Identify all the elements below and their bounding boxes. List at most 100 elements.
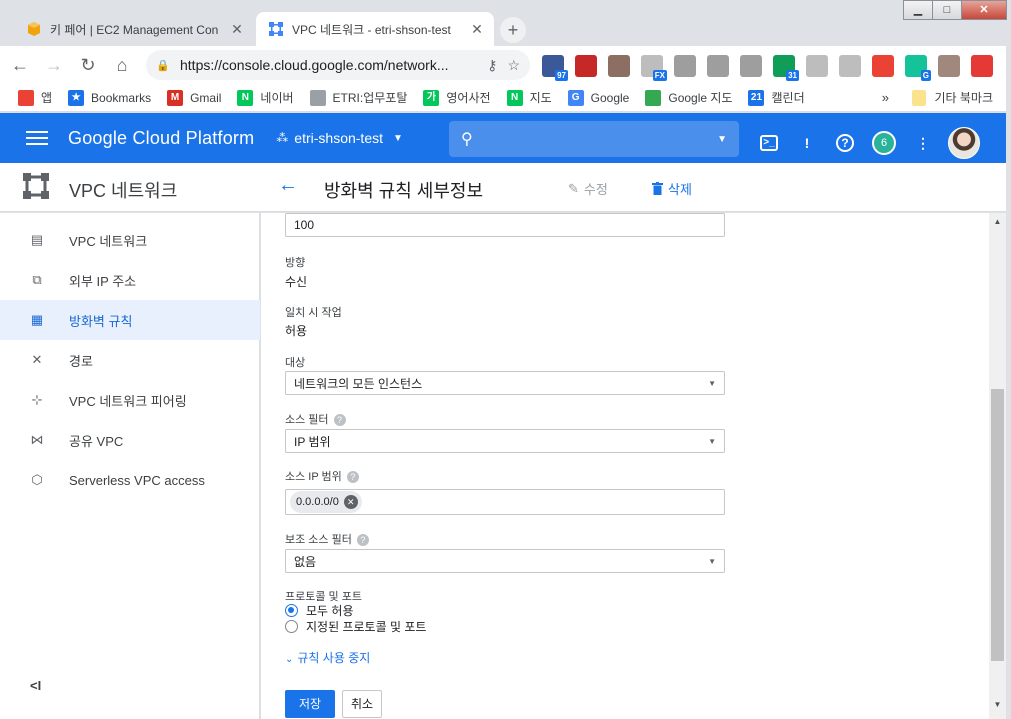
maximize-button[interactable]: □	[932, 0, 962, 20]
bookmark-item[interactable]: 21 캘린더	[748, 89, 805, 106]
extension-icon[interactable]	[872, 55, 894, 77]
bookmark-item[interactable]: 가 영어사전	[423, 89, 491, 106]
extension-icon[interactable]	[674, 55, 696, 77]
bookmark-item[interactable]: ETRI:업무포탈	[309, 89, 407, 106]
notifications-badge[interactable]: 6	[872, 131, 896, 155]
menu-icon[interactable]	[26, 127, 48, 149]
sidebar-item-firewall[interactable]: ▦ 방화벽 규칙	[0, 300, 260, 340]
extension-icon[interactable]	[938, 55, 960, 77]
close-tab-icon[interactable]: ✕	[230, 21, 244, 38]
scrollbar-thumb[interactable]	[991, 389, 1004, 661]
address-bar[interactable]: 🔒 https://console.cloud.google.com/netwo…	[146, 50, 530, 80]
key-icon[interactable]: ⚷	[487, 57, 497, 74]
help-icon[interactable]: ?	[836, 134, 854, 152]
extension-badge: G	[920, 70, 931, 81]
sidebar-item-routes[interactable]: ✕ 경로	[0, 340, 260, 380]
bookmark-label: Google 지도	[668, 91, 733, 105]
sidebar-item-peering[interactable]: ⊹ VPC 네트워크 피어링	[0, 380, 260, 420]
extension-icon[interactable]: G	[905, 55, 931, 81]
bookmark-label: 앱	[41, 91, 53, 105]
dropdown-icon[interactable]: ▼	[717, 134, 727, 145]
source-filter-select[interactable]: IP 범위 ▼	[285, 429, 725, 453]
bookmark-item[interactable]: Google 지도	[645, 89, 732, 106]
close-window-button[interactable]: ✕	[961, 0, 1007, 20]
cloud-shell-icon[interactable]: >_	[760, 135, 778, 151]
back-icon[interactable]: ←	[6, 51, 34, 79]
edit-button[interactable]: ✎ 수정	[568, 179, 608, 198]
extension-icon[interactable]	[707, 55, 729, 77]
sidebar-item-shared-vpc[interactable]: ⋈ 공유 VPC	[0, 420, 260, 460]
extension-icon[interactable]	[608, 55, 630, 77]
avatar[interactable]	[948, 127, 980, 159]
sidebar-item-serverless[interactable]: ⬡ Serverless VPC access	[0, 460, 260, 500]
radio-specified[interactable]: 지정된 프로토콜 및 포트	[285, 618, 426, 635]
tab-ec2[interactable]: 키 페어 | EC2 Management Con ✕	[14, 12, 254, 46]
help-icon[interactable]: ?	[356, 534, 369, 547]
bookmark-label: 캘린더	[771, 91, 805, 105]
sidebar-item-label: VPC 네트워크	[69, 233, 148, 249]
shared-vpc-icon: ⋈	[30, 432, 44, 447]
project-selector[interactable]: ⁂ etri-shson-test ▼	[276, 130, 403, 146]
priority-input[interactable]: 100	[285, 213, 725, 237]
forward-icon[interactable]: →	[40, 51, 68, 79]
bookmark-item[interactable]: M Gmail	[167, 89, 222, 106]
sidebar-item-external-ip[interactable]: ⧉ 외부 IP 주소	[0, 260, 260, 300]
firewall-icon: ▦	[30, 312, 44, 327]
delete-button[interactable]: 삭제	[652, 179, 692, 198]
bookmark-item[interactable]: N 지도	[506, 89, 552, 106]
extension-icon[interactable]	[971, 55, 993, 77]
bookmark-item[interactable]: G Google	[567, 89, 629, 106]
new-tab-button[interactable]: +	[500, 17, 526, 43]
cancel-button[interactable]: 취소	[342, 690, 382, 718]
scrollbar[interactable]: ▲ ▼	[989, 213, 1006, 719]
bookmark-star-icon[interactable]: ☆	[507, 57, 520, 74]
disable-rule-link[interactable]: ⌄ 규칙 사용 중지	[285, 649, 370, 666]
search-bar[interactable]: ⚲ ▼	[449, 121, 739, 157]
tab-vpc[interactable]: VPC 네트워크 - etri-shson-test ✕	[256, 12, 494, 46]
radio-label: 지정된 프로토콜 및 포트	[306, 620, 427, 634]
extension-icon[interactable]	[839, 55, 861, 77]
close-tab-icon[interactable]: ✕	[470, 21, 484, 38]
bookmark-item[interactable]: ★ Bookmarks	[68, 89, 151, 106]
bookmark-item[interactable]: 앱	[18, 89, 52, 106]
sidebar: ▤ VPC 네트워크 ⧉ 외부 IP 주소 ▦ 방화벽 규칙 ✕ 경로 ⊹ VP…	[0, 213, 260, 719]
help-icon[interactable]: ?	[346, 471, 359, 484]
scroll-down-icon[interactable]: ▼	[989, 696, 1006, 713]
ip-range-chip: 0.0.0.0/0 ✕	[290, 491, 362, 513]
source-ip-input[interactable]: 0.0.0.0/0 ✕	[285, 489, 725, 515]
remove-chip-icon[interactable]: ✕	[343, 495, 358, 509]
priority-value: 100	[294, 218, 315, 232]
radio-circle[interactable]	[285, 620, 298, 633]
secondary-filter-select[interactable]: 없음 ▼	[285, 549, 725, 573]
extension-icon[interactable]: 31	[773, 55, 799, 81]
more-vert-icon[interactable]: ⋮	[912, 132, 934, 154]
bookmark-icon	[645, 89, 662, 106]
scroll-up-icon[interactable]: ▲	[989, 213, 1006, 230]
minimize-button[interactable]: ▁	[903, 0, 933, 20]
bookmark-item[interactable]: N 네이버	[237, 89, 294, 106]
home-icon[interactable]: ⌂	[108, 51, 136, 79]
radio-allow-all[interactable]: 모두 허용	[285, 602, 354, 619]
bookmark-label: Gmail	[190, 90, 222, 105]
collapse-sidebar-icon[interactable]: <I	[30, 678, 41, 693]
feedback-icon[interactable]: !	[796, 132, 818, 154]
sidebar-item-vpc-networks[interactable]: ▤ VPC 네트워크	[0, 220, 260, 260]
save-button[interactable]: 저장	[285, 690, 335, 718]
direction-value: 수신	[285, 275, 308, 289]
help-icon[interactable]: ?	[333, 414, 346, 427]
reload-icon[interactable]: ↻	[74, 51, 102, 79]
radio-circle[interactable]	[285, 604, 298, 617]
extension-icon[interactable]: FX	[641, 55, 667, 81]
bookmarks-overflow-button[interactable]: »	[882, 90, 889, 105]
extension-icon[interactable]: 97	[542, 55, 568, 81]
extension-icon[interactable]	[575, 55, 597, 77]
extension-icon[interactable]	[806, 55, 828, 77]
other-bookmarks-folder[interactable]: 기타 북마크	[912, 89, 993, 106]
disable-rule-label: 규칙 사용 중지	[297, 651, 371, 665]
extension-icon[interactable]	[740, 55, 762, 77]
serverless-icon: ⬡	[31, 472, 43, 487]
target-select[interactable]: 네트워크의 모든 인스턴스 ▼	[285, 371, 725, 395]
bookmark-icon: 가	[423, 89, 440, 106]
gcp-title[interactable]: Google Cloud Platform	[68, 128, 254, 149]
back-arrow-icon[interactable]: ←	[278, 174, 298, 197]
